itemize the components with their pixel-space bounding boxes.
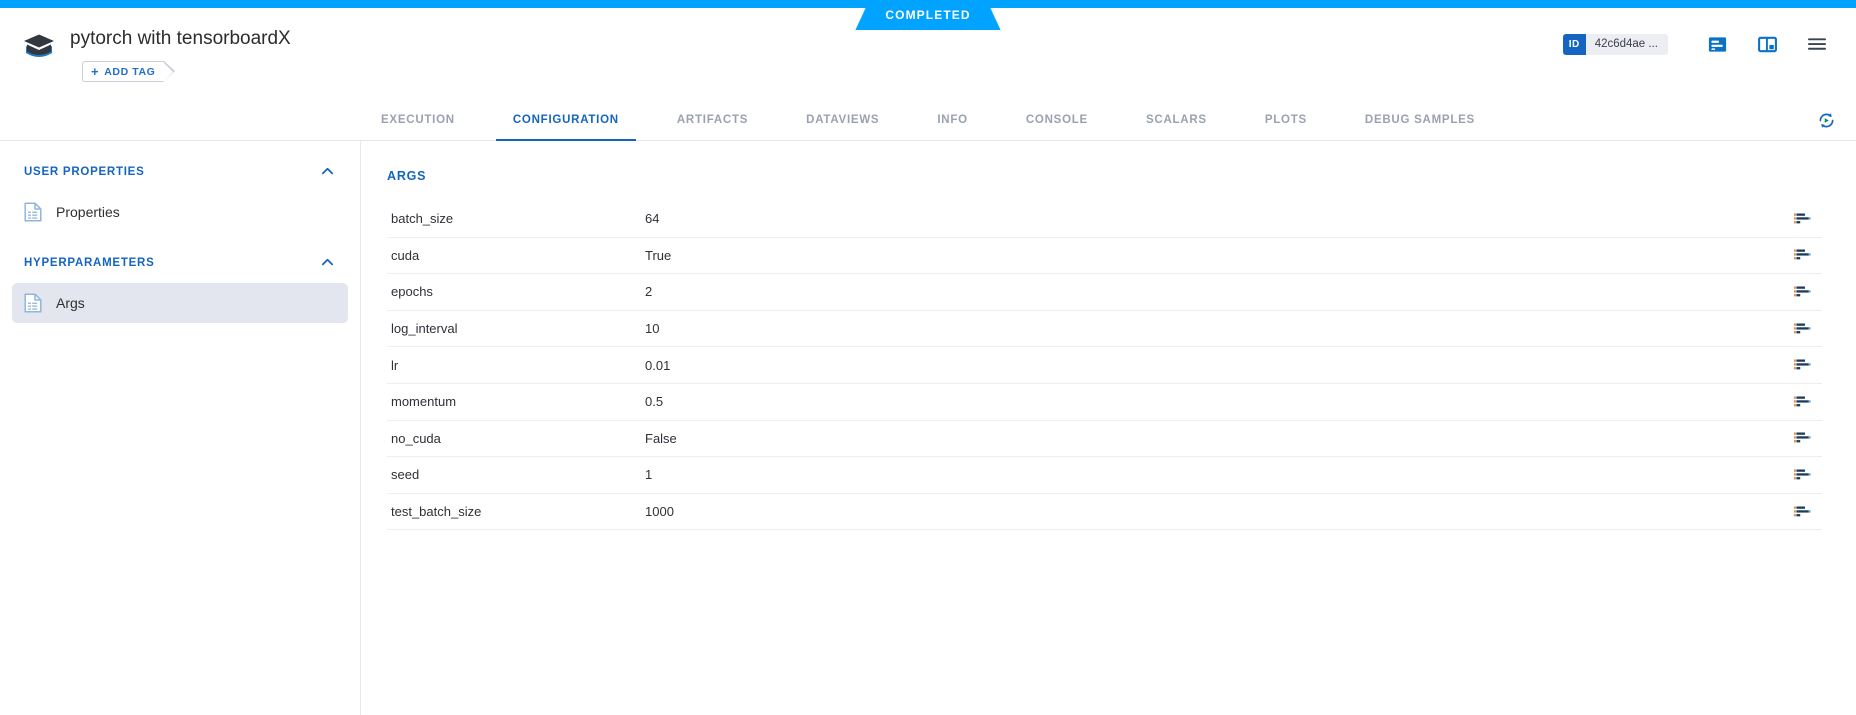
sidebar-item-label: Properties	[56, 204, 120, 220]
table-row: lr0.01	[387, 347, 1822, 384]
hamburger-menu-icon[interactable]	[1806, 33, 1828, 55]
title-block: pytorch with tensorboardX + ADD TAG	[70, 26, 291, 82]
metrics-bars-icon[interactable]	[1782, 358, 1822, 372]
sidebar-item-properties[interactable]: Properties	[12, 192, 348, 232]
auto-refresh-icon[interactable]	[1814, 108, 1838, 132]
tab-scalars[interactable]: SCALARS	[1129, 100, 1224, 140]
tab-plots[interactable]: PLOTS	[1248, 100, 1324, 140]
table-row: epochs2	[387, 274, 1822, 311]
config-key: log_interval	[391, 321, 645, 336]
header-right-group: ID 42c6d4ae ...	[1563, 26, 1830, 55]
sidebar-item-args[interactable]: Args	[12, 283, 348, 323]
experiment-id-pill[interactable]: ID 42c6d4ae ...	[1563, 34, 1668, 55]
metrics-bars-icon[interactable]	[1782, 285, 1822, 299]
table-row: log_interval10	[387, 311, 1822, 348]
tab-execution[interactable]: EXECUTION	[364, 100, 472, 140]
metrics-bars-icon[interactable]	[1782, 505, 1822, 519]
table-row: momentum0.5	[387, 384, 1822, 421]
sidebar-section-label: USER PROPERTIES	[24, 166, 145, 178]
page-title: pytorch with tensorboardX	[70, 26, 291, 52]
section-title: ARGS	[387, 169, 1822, 183]
sidebar-item-label: Args	[56, 295, 85, 311]
config-value: 64	[645, 211, 1782, 226]
compare-experiments-icon[interactable]	[1706, 33, 1728, 55]
table-row: no_cudaFalse	[387, 421, 1822, 458]
config-value: 10	[645, 321, 1782, 336]
config-key: no_cuda	[391, 431, 645, 446]
page-body: USER PROPERTIES Properties HYPERPARAMETERS…	[0, 141, 1856, 715]
tab-dataviews[interactable]: DATAVIEWS	[789, 100, 896, 140]
config-table: batch_size64cudaTrueepochs2log_interval1…	[387, 201, 1822, 530]
config-key: cuda	[391, 248, 645, 263]
table-row: cudaTrue	[387, 238, 1822, 275]
sidebar-section-hyperparameters[interactable]: HYPERPARAMETERS	[12, 232, 348, 279]
metrics-bars-icon[interactable]	[1782, 212, 1822, 226]
tab-info[interactable]: INFO	[920, 100, 984, 140]
config-key: lr	[391, 358, 645, 373]
config-value: 1000	[645, 504, 1782, 519]
tab-artifacts[interactable]: ARTIFACTS	[660, 100, 765, 140]
id-badge-label: ID	[1563, 34, 1586, 55]
chevron-up-icon[interactable]	[319, 163, 336, 180]
tab-debug-samples[interactable]: DEBUG SAMPLES	[1348, 100, 1492, 140]
graduation-cap-icon	[22, 28, 56, 62]
table-row: test_batch_size1000	[387, 494, 1822, 531]
table-row: seed1	[387, 457, 1822, 494]
config-value: 1	[645, 467, 1782, 482]
plus-icon: +	[91, 65, 99, 78]
sidebar-section-label: HYPERPARAMETERS	[24, 257, 155, 269]
sidebar-section-user-properties[interactable]: USER PROPERTIES	[12, 141, 348, 188]
config-key: momentum	[391, 394, 645, 409]
sidebar: USER PROPERTIES Properties HYPERPARAMETERS…	[0, 141, 361, 715]
metrics-bars-icon[interactable]	[1782, 322, 1822, 336]
add-tag-label: ADD TAG	[104, 66, 155, 78]
metrics-bars-icon[interactable]	[1782, 395, 1822, 409]
config-key: batch_size	[391, 211, 645, 226]
config-value: False	[645, 431, 1782, 446]
config-key: seed	[391, 467, 645, 482]
document-icon	[24, 293, 42, 313]
tab-configuration[interactable]: CONFIGURATION	[496, 100, 636, 140]
config-value: 0.01	[645, 358, 1782, 373]
metrics-bars-icon[interactable]	[1782, 431, 1822, 445]
split-panel-icon[interactable]	[1756, 33, 1778, 55]
header-left-group: pytorch with tensorboardX + ADD TAG	[22, 26, 291, 82]
chevron-up-icon[interactable]	[319, 254, 336, 271]
main-content: ARGS batch_size64cudaTrueepochs2log_inte…	[361, 141, 1856, 715]
status-strip: COMPLETED	[0, 0, 1856, 8]
table-row: batch_size64	[387, 201, 1822, 238]
metrics-bars-icon[interactable]	[1782, 468, 1822, 482]
tab-console[interactable]: CONSOLE	[1009, 100, 1105, 140]
id-value: 42c6d4ae ...	[1586, 38, 1668, 50]
status-badge: COMPLETED	[855, 0, 1000, 30]
config-key: epochs	[391, 284, 645, 299]
config-value: 2	[645, 284, 1782, 299]
config-key: test_batch_size	[391, 504, 645, 519]
document-icon	[24, 202, 42, 222]
metrics-bars-icon[interactable]	[1782, 248, 1822, 262]
add-tag-button[interactable]: + ADD TAG	[82, 61, 164, 82]
config-value: 0.5	[645, 394, 1782, 409]
config-value: True	[645, 248, 1782, 263]
tab-bar: EXECUTION CONFIGURATION ARTIFACTS DATAVIEWS…	[0, 100, 1856, 141]
